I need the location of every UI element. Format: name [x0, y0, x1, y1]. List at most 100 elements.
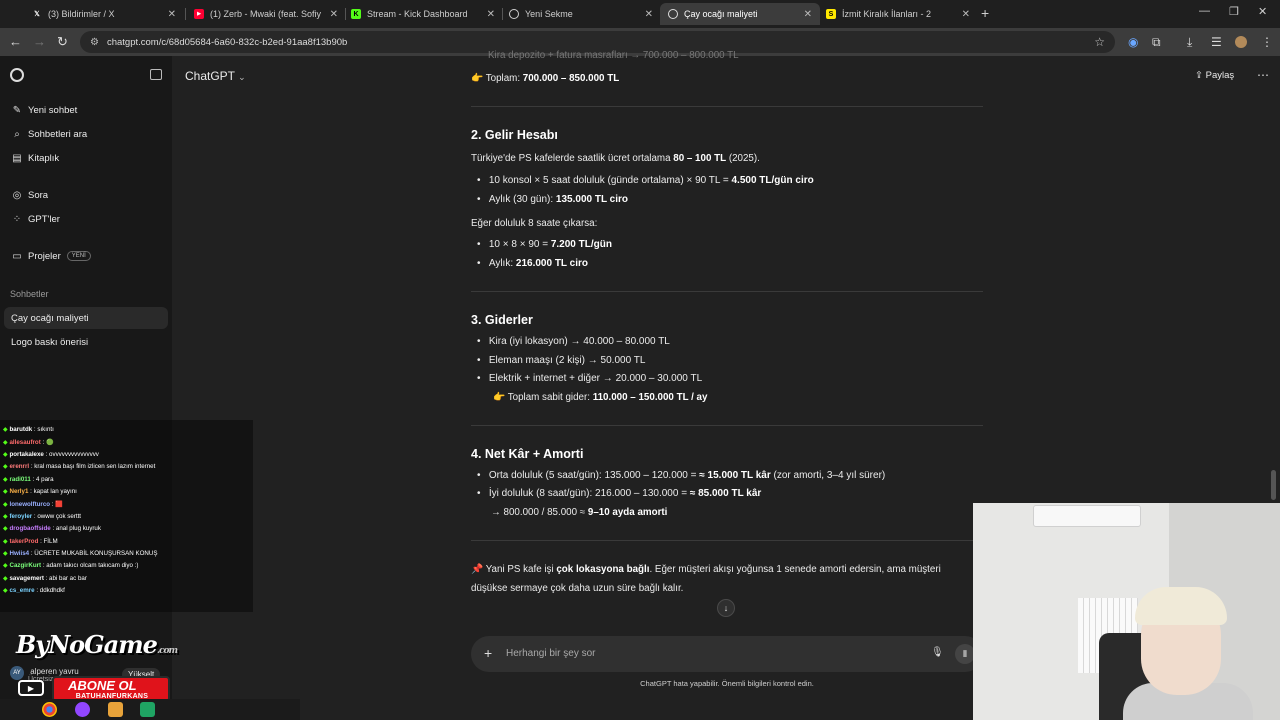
edit-icon: ✎: [12, 104, 22, 116]
paragraph: Eğer doluluk 8 saate çıkarsa:: [471, 218, 598, 229]
chat-text: : sıkıntı: [32, 426, 54, 433]
list-item: • 10 konsol × 5 saat doluluk (günde orta…: [477, 175, 814, 186]
chat-text: : owww çok serttt: [32, 512, 82, 520]
sahibinden-icon: S: [826, 9, 836, 19]
divider: [471, 540, 983, 541]
chat-text: : kapat lan yayını: [28, 488, 77, 495]
stream-chat-message: ◆ drogbaoffside : anal plug kuyruk: [3, 525, 101, 532]
chat-text: : 🟥: [50, 501, 63, 509]
restore-icon[interactable]: ❐: [1229, 5, 1239, 18]
download-icon[interactable]: ⤓: [1187, 35, 1192, 50]
chatgpt-icon: [668, 9, 678, 19]
sidebar-item-gpts[interactable]: ⁘ GPT'ler: [10, 209, 168, 229]
total-line: 👉 Toplam sabit gider: 110.000 – 150.000 …: [493, 392, 708, 403]
paragraph: Türkiye'de PS kafelerde saatlik ücret or…: [471, 153, 760, 164]
extensions-icon[interactable]: ⧉: [1152, 35, 1161, 50]
forward-icon[interactable]: →: [33, 34, 46, 49]
prompt-input[interactable]: Herhangi bir şey sor: [506, 648, 595, 659]
reload-icon[interactable]: ↻: [57, 34, 68, 50]
taskbar: [0, 699, 300, 720]
conclusion: 📌 Yani PS kafe işi çok lokasyona bağlı. …: [471, 564, 941, 575]
message-composer[interactable]: + Herhangi bir şey sor 🎙 ⦀: [471, 636, 983, 672]
chat-username: takerProd: [9, 537, 39, 545]
back-icon[interactable]: ←: [9, 34, 22, 49]
chats-section-label: Sohbetler: [10, 289, 49, 299]
section-heading: 4. Net Kâr + Amorti: [471, 447, 584, 461]
bookmark-star-icon[interactable]: ☆: [1094, 35, 1105, 49]
share-button[interactable]: ⇪ Paylaş: [1195, 70, 1234, 81]
section-heading: 2. Gelir Hesabı: [471, 128, 558, 142]
tab-chatgpt[interactable]: Çay ocağı maliyeti ✕: [660, 3, 820, 25]
sidebar-toggle-icon[interactable]: [150, 69, 162, 80]
grid-icon: ⁘: [12, 213, 22, 225]
browser-menu-icon[interactable]: ⋮: [1261, 35, 1273, 49]
chat-username: Nerly1: [9, 488, 29, 495]
sidebar-item-sora[interactable]: ◎ Sora: [10, 185, 168, 205]
chat-username: drogbaoffside: [9, 525, 51, 533]
stream-chat-overlay: ◆ barutdk : sıkıntı ◆ allesaufrot : 🟢 ◆ po…: [0, 420, 253, 612]
divider: [471, 291, 983, 292]
kick-icon: K: [351, 9, 361, 19]
chat-text: : ÜCRETE MUKABİL KONUŞURSAN KONUŞ: [29, 550, 158, 557]
app-icon[interactable]: [75, 702, 90, 717]
chat-username: allesaufrot: [9, 439, 41, 447]
pointing-hand-icon: 👉: [471, 73, 484, 84]
close-icon[interactable]: ✕: [168, 9, 176, 20]
close-icon[interactable]: ✕: [962, 9, 970, 20]
tab-youtube[interactable]: ▶ (1) Zerb - Mwaki (feat. Sofiy ✕: [186, 3, 346, 25]
stream-chat-message: ◆ erenrrl : kral masa başı film izlicen …: [3, 463, 155, 470]
speaker-icon[interactable]: ◉: [1128, 35, 1138, 49]
chat-item-active[interactable]: Çay ocağı maliyeti: [4, 307, 168, 329]
sidebar-item-library[interactable]: ▤ Kitaplık: [10, 148, 168, 168]
globe-icon: [509, 9, 519, 19]
chat-item[interactable]: Logo baskı önerisi: [4, 331, 168, 353]
voice-mode-icon[interactable]: ⦀: [955, 644, 975, 664]
tab-search-icon[interactable]: ☰: [1211, 35, 1222, 49]
x-logo-icon: 𝕏: [34, 11, 40, 18]
folder-icon: ▭: [12, 250, 22, 262]
chrome-icon[interactable]: [42, 702, 57, 717]
chat-text: : ddkdhdkf: [34, 587, 65, 595]
model-selector[interactable]: ChatGPT ⌄: [185, 69, 246, 83]
stream-chat-message: ◆ radi011 : 4 para: [3, 476, 54, 483]
list-item: • Eleman maaşı (2 kişi) → 50.000 TL: [477, 355, 646, 366]
tab-new[interactable]: Yeni Sekme ✕: [501, 3, 661, 25]
total-line: 👉 Toplam: 700.000 – 850.000 TL: [471, 73, 620, 84]
list-item: • Elektrik + internet + diğer → 20.000 –…: [477, 373, 703, 384]
minimize-icon[interactable]: —: [1199, 5, 1210, 17]
chat-username: lonewolfturco: [9, 501, 51, 509]
more-options-icon[interactable]: ⋯: [1257, 68, 1269, 82]
folder-icon[interactable]: [108, 702, 123, 717]
close-icon[interactable]: ✕: [804, 9, 812, 20]
new-tab-button[interactable]: +: [981, 5, 989, 21]
close-icon[interactable]: ✕: [487, 9, 495, 20]
site-info-icon[interactable]: ⚙: [90, 37, 99, 48]
plus-icon[interactable]: +: [484, 645, 492, 661]
list-item: • İyi doluluk (8 saat/gün): 216.000 – 13…: [477, 488, 762, 499]
microphone-icon[interactable]: 🎙: [931, 647, 944, 658]
stream-chat-message: ◆ CazgirKurt : adam takıcı olcam takıcam…: [3, 562, 138, 569]
close-icon[interactable]: ✕: [330, 9, 338, 20]
profile-avatar[interactable]: [1235, 36, 1247, 48]
share-icon: ⇪: [1195, 70, 1206, 81]
window-close-icon[interactable]: ✕: [1258, 5, 1267, 18]
scroll-down-button[interactable]: ↓: [717, 599, 735, 617]
close-icon[interactable]: ✕: [645, 9, 653, 20]
avatar: AY: [10, 666, 24, 680]
tab-x[interactable]: 𝕏 (3) Bildirimler / X ✕: [24, 3, 184, 25]
sidebar-item-new-chat[interactable]: ✎ Yeni sohbet: [10, 100, 168, 120]
app-icon[interactable]: [140, 702, 155, 717]
sidebar-item-search[interactable]: ⌕ Sohbetleri ara: [10, 124, 168, 144]
chatgpt-logo-icon[interactable]: [10, 68, 24, 82]
chat-username: feroyler: [9, 512, 33, 520]
scrollbar[interactable]: [1271, 470, 1276, 500]
list-item: • Kira (iyi lokasyon) → 40.000 – 80.000 …: [477, 336, 670, 347]
sidebar-item-projects[interactable]: ▭ Projeler YENİ: [10, 246, 168, 266]
screen: 𝕏 (3) Bildirimler / X ✕ ▶ (1) Zerb - Mwa…: [0, 0, 1280, 720]
tab-kick[interactable]: K Stream - Kick Dashboard ✕: [343, 3, 503, 25]
webcam-feed: [973, 503, 1280, 720]
chat-username: cs_emre: [9, 587, 35, 595]
list-item: • 10 × 8 × 90 = 7.200 TL/gün: [477, 239, 612, 250]
tab-sahibinden[interactable]: S İzmit Kiralık İlanları - 2 ✕: [818, 3, 978, 25]
cut-off-line: Kira depozito + fatura masrafları → 700.…: [488, 50, 739, 61]
